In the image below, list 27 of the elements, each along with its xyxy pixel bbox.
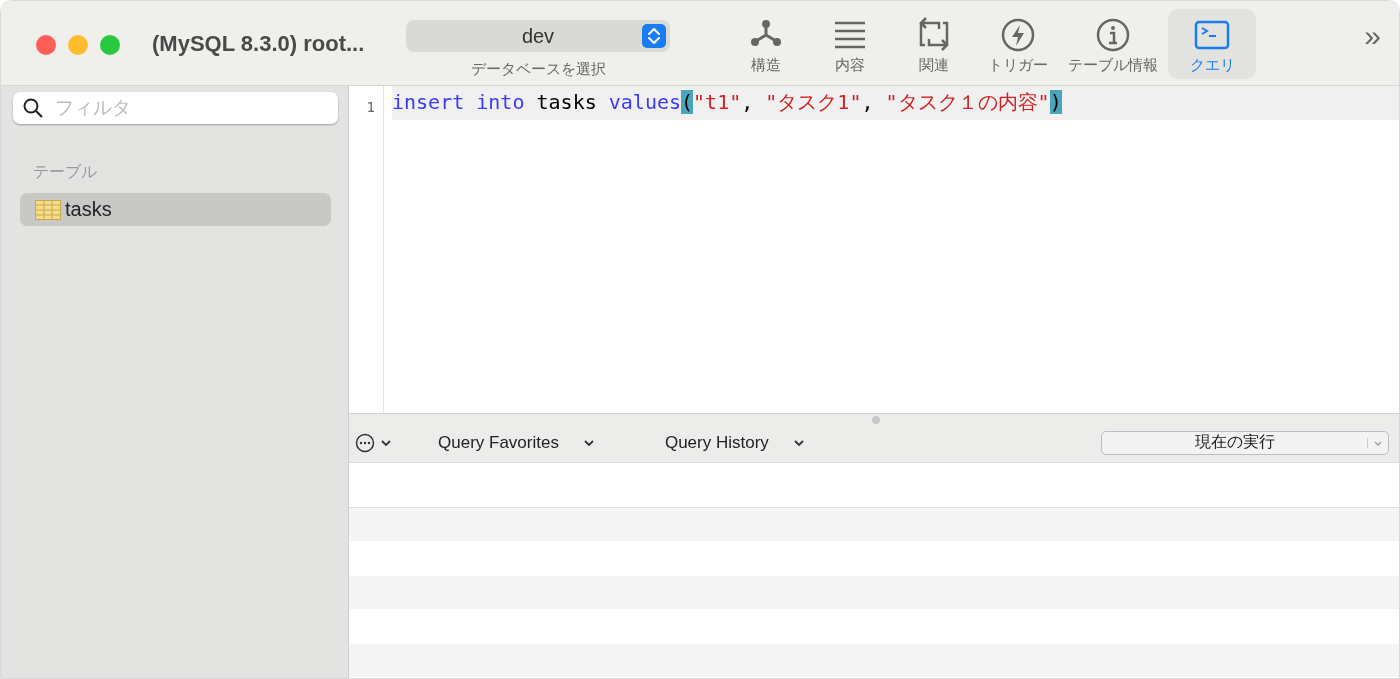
more-button[interactable]: »	[1364, 19, 1399, 53]
close-button[interactable]	[36, 35, 56, 55]
toolbar-button[interactable]: クエリ	[1168, 9, 1256, 79]
search-field[interactable]: フィルタ	[13, 92, 338, 124]
zoom-button[interactable]	[100, 35, 120, 55]
split-handle[interactable]	[872, 415, 880, 424]
line-number: 1	[365, 98, 376, 117]
table-icon	[35, 199, 61, 220]
database-select[interactable]: dev	[406, 20, 670, 52]
history-menu[interactable]: Query History	[658, 432, 805, 453]
table-item[interactable]: tasks	[20, 193, 331, 226]
info-icon	[1095, 17, 1131, 53]
stepper-icon	[642, 24, 666, 48]
run-mode-select[interactable]: 現在の実行	[1101, 430, 1389, 455]
lightning-icon	[1000, 17, 1036, 53]
database-label: データベースを選択	[470, 60, 606, 79]
toolbar-button[interactable]: 関連	[894, 9, 974, 79]
ellipsis-circle-icon	[355, 432, 375, 453]
toolbar-button[interactable]: 内容	[810, 9, 890, 79]
minimize-button[interactable]	[68, 35, 88, 55]
toolbar-button[interactable]: 構造	[726, 9, 806, 79]
toolbar-button[interactable]: テーブル情報	[1062, 9, 1164, 79]
code-editor[interactable]: 1 insert into tasks values("t1", "タスク1", "タスク１の内容")	[349, 86, 1399, 414]
window-title: (MySQL 8.3.0) root...	[152, 31, 366, 57]
favorites-menu[interactable]: Query Favorites	[432, 432, 595, 453]
section-heading: テーブル	[33, 162, 98, 182]
toolbar-button[interactable]: トリガー	[978, 9, 1058, 79]
